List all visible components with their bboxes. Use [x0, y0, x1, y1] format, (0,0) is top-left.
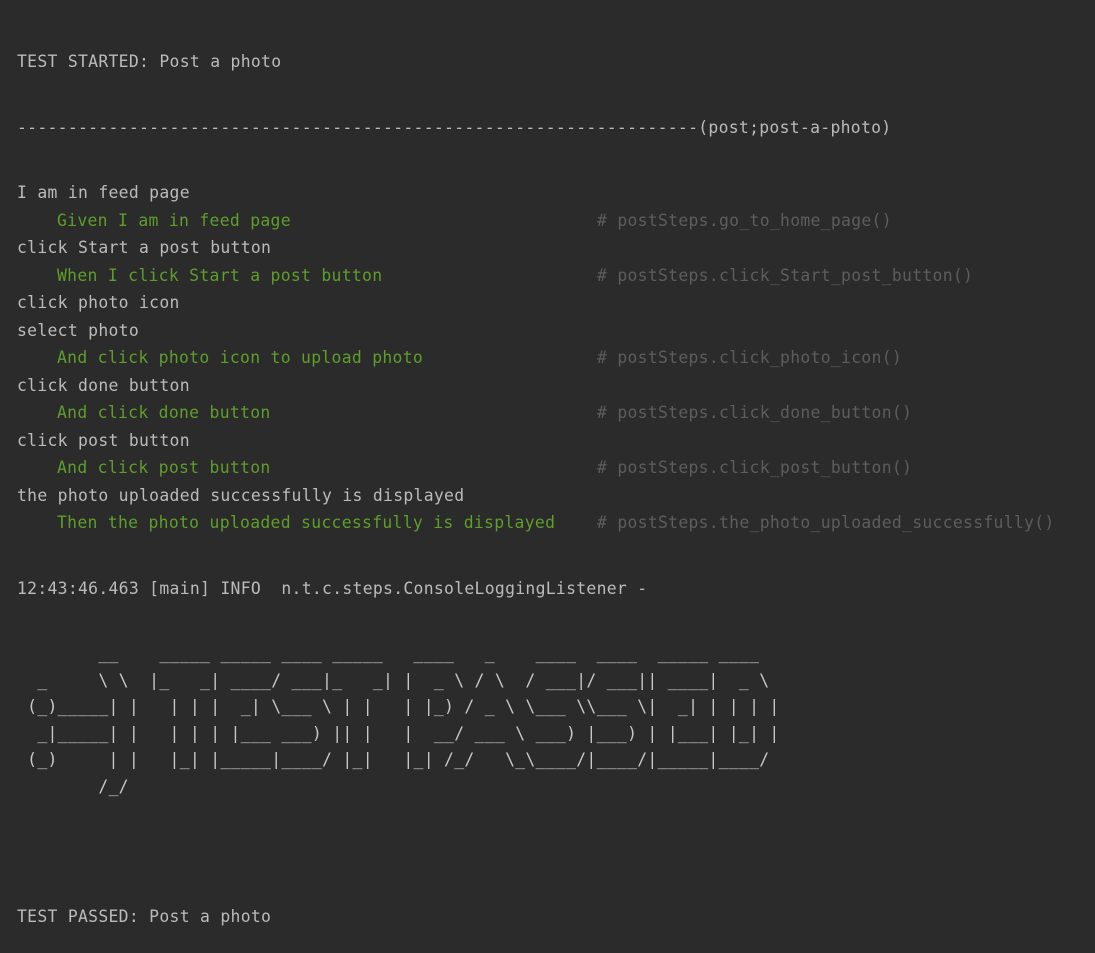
step-text: Then the photo uploaded successfully is … [57, 513, 566, 532]
log-line: select photo [17, 320, 140, 340]
banner-line: (_) | | |_| |_____|____/ |_| |_| /_/ \_\… [17, 750, 770, 769]
test-started-line: TEST STARTED: Post a photo [17, 52, 282, 71]
step-definition-reference: # postSteps.click_Start_post_button() [597, 265, 974, 285]
step-line: And click post button # postSteps.click_p… [17, 457, 1095, 485]
log-line: the photo uploaded successfully is displ… [17, 485, 465, 505]
log-line: click Start a post button [17, 238, 272, 257]
log-line: click done button [17, 375, 190, 395]
log-line: I am in feed page [17, 183, 190, 202]
log-entries: I am in feed page Given I am in feed page… [17, 182, 1095, 540]
step-line: When I click Start a post button # postSt… [17, 265, 1095, 293]
step-definition-reference: # postSteps.click_photo_icon() [597, 348, 903, 367]
console-output[interactable]: TEST STARTED: Post a photo -------------… [0, 0, 1095, 926]
step-text: Given I am in feed page [57, 210, 291, 230]
step-definition-reference: # postSteps.the_photo_uploaded_successfu… [597, 513, 1055, 532]
banner-line: _|_____| | | | | |___ ___) || | | __/ __… [17, 723, 780, 743]
info-log-line: 12:43:46.463 [main] INFO n.t.c.steps.Con… [17, 578, 648, 598]
banner-line: (_)_____| | | | | _| \___ \ | | | |_) / … [17, 697, 780, 716]
step-line: And click photo icon to upload photo # po… [17, 347, 1095, 375]
step-text: When I click Start a post button [57, 265, 383, 285]
step-line: Given I am in feed page # postSteps.go_to… [17, 210, 1095, 238]
separator-line: ----------------------------------------… [17, 117, 892, 137]
log-line: click photo icon [17, 293, 180, 312]
step-definition-reference: # postSteps.click_post_button() [597, 458, 913, 477]
step-text: And click post button [57, 458, 271, 477]
step-line: And click done button # postSteps.click_d… [17, 402, 1095, 430]
banner-line: /_/ [17, 776, 129, 796]
step-definition-reference: # postSteps.click_done_button() [597, 403, 913, 422]
banner-line: __ _____ _____ ____ _____ ____ _ ____ __… [17, 644, 760, 663]
ascii-banner: __ _____ _____ ____ _____ ____ _ ____ __… [17, 643, 1095, 802]
step-text: And click photo icon to upload photo [57, 348, 424, 367]
step-line: Then the photo uploaded successfully is … [17, 512, 1095, 540]
step-text: And click done button [57, 403, 271, 422]
test-passed-line: TEST PASSED: Post a photo [17, 907, 272, 926]
step-definition-reference: # postSteps.go_to_home_page() [597, 210, 892, 230]
log-line: click post button [17, 430, 190, 450]
